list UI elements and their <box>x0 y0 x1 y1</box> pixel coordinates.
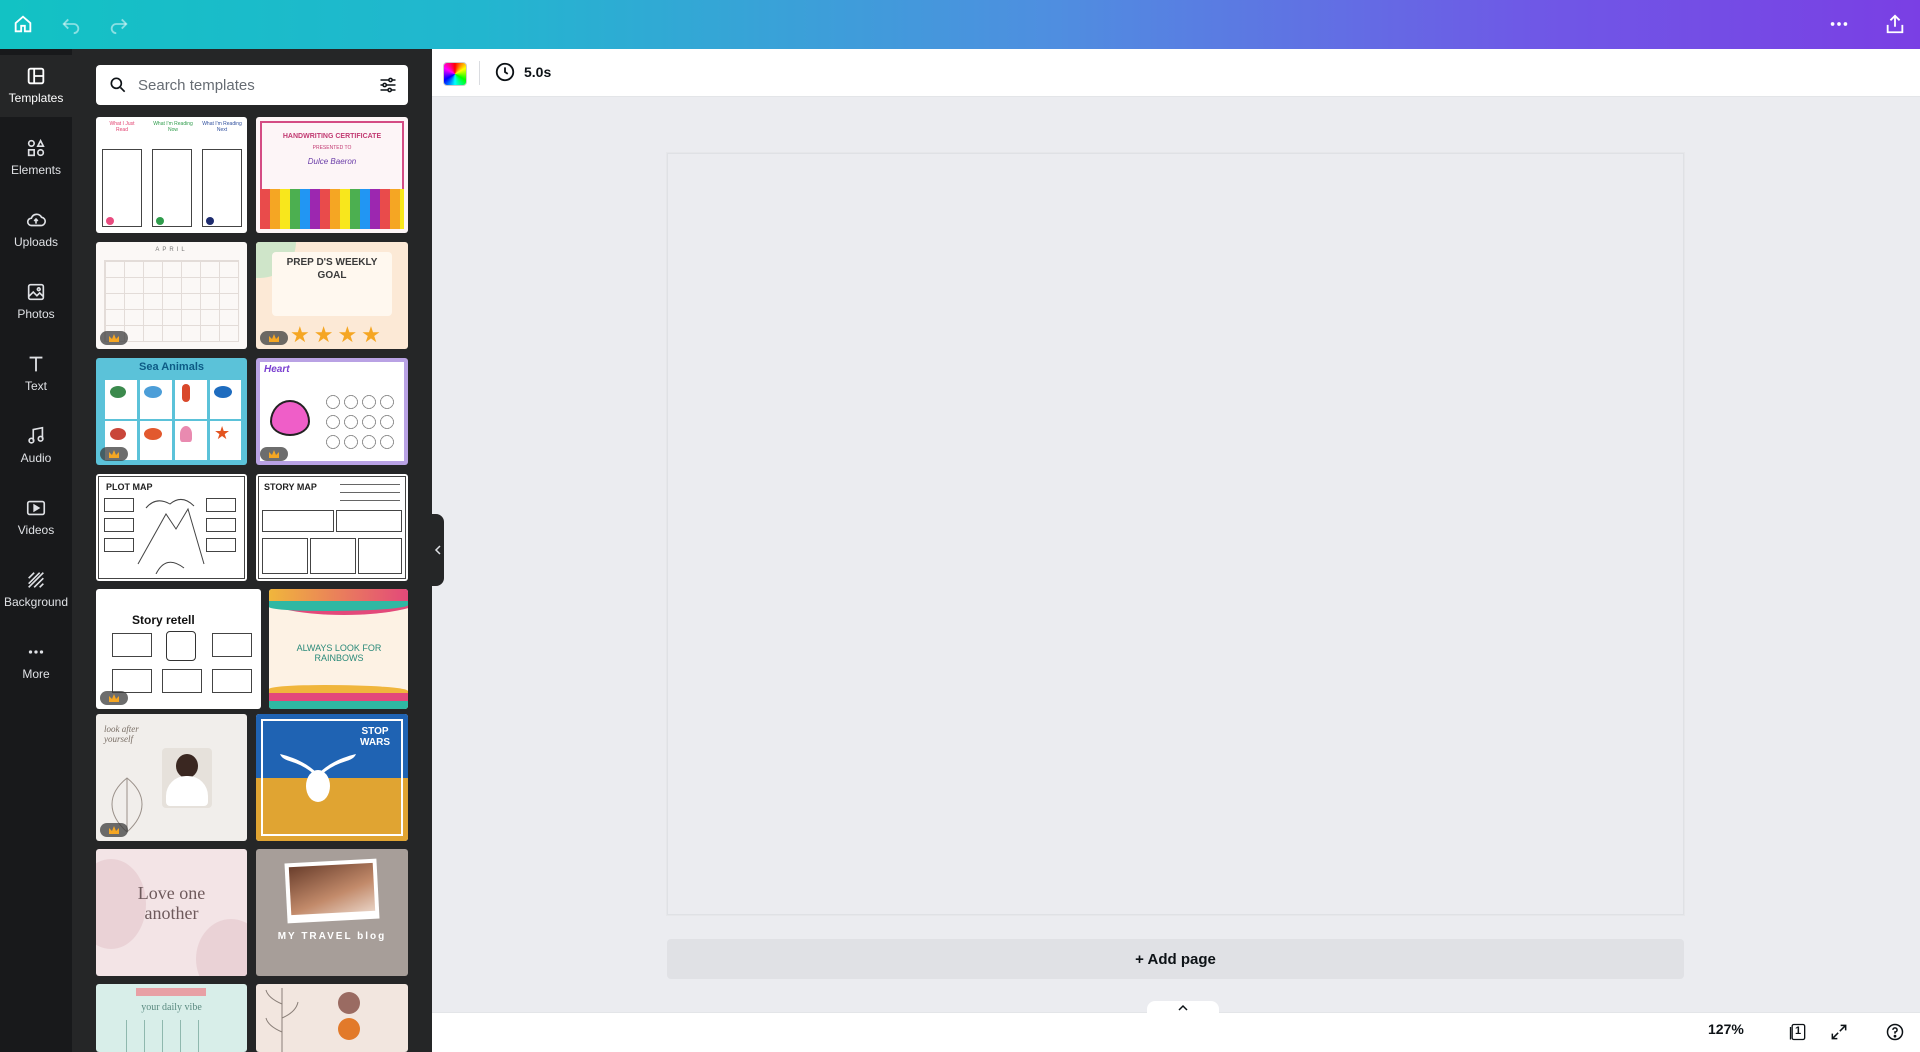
rail-label: Elements <box>10 163 62 177</box>
text-icon <box>29 356 43 372</box>
template-text: ALWAYS LOOK FOR RAINBOWS <box>296 643 382 663</box>
template-text: Sea Animals <box>138 361 204 373</box>
upload-cloud-icon <box>26 213 46 227</box>
template-text: What I'm Reading Now <box>153 121 193 133</box>
premium-crown-icon <box>260 447 288 461</box>
template-text: PREP D'S WEEKLY GOAL <box>286 257 378 281</box>
rail-item-photos[interactable]: Photos <box>0 271 72 333</box>
template-text: What I'm Reading Next <box>202 121 242 133</box>
template-text: APRIL <box>155 247 188 253</box>
photo-icon <box>27 283 45 301</box>
rail-label: Background <box>3 595 69 609</box>
premium-crown-icon <box>100 331 128 345</box>
template-heart[interactable]: Heart <box>256 358 408 465</box>
templates-panel: What I Just Read What I'm Reading Now Wh… <box>72 49 432 1052</box>
top-bar <box>0 0 1920 49</box>
page-count: 1 <box>1795 1025 1802 1037</box>
redo-icon[interactable] <box>107 12 131 36</box>
template-text: Heart <box>264 364 290 375</box>
template-daily-vibe[interactable]: your daily vibe <box>96 984 247 1052</box>
template-certificate[interactable]: HANDWRITING CERTIFICATE PRESENTED TO Dul… <box>256 117 408 233</box>
premium-crown-icon <box>100 691 128 705</box>
rail-label: Audio <box>20 451 52 465</box>
templates-icon <box>27 67 45 85</box>
rail-label: Uploads <box>13 235 59 249</box>
template-sea-animals[interactable]: Sea Animals ★ <box>96 358 247 465</box>
rail-label: More <box>22 667 50 681</box>
template-text: Story retell <box>132 613 195 627</box>
divider <box>479 61 480 85</box>
zoom-level[interactable]: 127% <box>1708 1021 1744 1037</box>
undo-icon[interactable] <box>59 12 83 36</box>
design-page[interactable] <box>667 153 1684 915</box>
template-story-retell[interactable]: Story retell <box>96 589 261 709</box>
template-love-one-another[interactable]: Love one another <box>96 849 247 976</box>
music-note-icon <box>28 426 44 444</box>
fullscreen-icon[interactable] <box>1827 1020 1851 1044</box>
template-text: Dulce Baeron <box>307 157 357 166</box>
template-text: MY TRAVEL blog <box>277 931 387 942</box>
template-text: HANDWRITING CERTIFICATE <box>282 133 382 140</box>
template-text: your daily vibe <box>141 1002 202 1013</box>
video-icon <box>26 500 46 516</box>
template-text: Love one another <box>137 883 206 923</box>
elements-icon <box>27 138 45 157</box>
more-horizontal-icon <box>28 650 44 654</box>
template-travel-blog[interactable]: MY TRAVEL blog <box>256 849 408 976</box>
template-text: PRESENTED TO <box>312 145 352 151</box>
duration-label: 5.0s <box>524 64 552 80</box>
background-icon <box>28 572 44 588</box>
template-reading-tracker[interactable]: What I Just Read What I'm Reading Now Wh… <box>96 117 247 233</box>
template-plot-map[interactable]: PLOT MAP <box>96 474 247 581</box>
more-horizontal-icon[interactable] <box>1827 12 1851 36</box>
editor-toolbar: 5.0s <box>432 49 1920 97</box>
template-stop-wars[interactable]: STOP WARS <box>256 714 408 841</box>
rail-label: Templates <box>8 91 64 105</box>
search-bar <box>96 65 408 105</box>
share-icon[interactable] <box>1883 12 1907 36</box>
rail-item-uploads[interactable]: Uploads <box>0 199 72 261</box>
premium-crown-icon <box>100 447 128 461</box>
add-page-button[interactable]: + Add page <box>667 939 1684 979</box>
page-count-button[interactable]: 1 <box>1786 1020 1810 1044</box>
collapse-panel-button[interactable] <box>432 514 444 586</box>
template-text: STORY MAP <box>264 482 317 492</box>
search-input[interactable] <box>138 74 358 96</box>
chevron-left-icon <box>434 545 441 555</box>
template-text: What I Just Read <box>109 121 135 133</box>
home-icon[interactable] <box>11 12 35 36</box>
template-abstract[interactable] <box>256 984 408 1052</box>
rail-item-videos[interactable]: Videos <box>0 487 72 549</box>
template-story-map[interactable]: STORY MAP <box>256 474 408 581</box>
template-text: look after yourself <box>104 724 139 744</box>
rail-item-elements[interactable]: Elements <box>0 127 72 189</box>
template-text: STOP WARS <box>360 726 390 748</box>
clock-icon <box>495 62 515 82</box>
template-calendar[interactable]: APRIL <box>96 242 247 349</box>
left-rail: Templates Elements Uploads Photos Text A… <box>0 49 72 1052</box>
template-weekly-goal[interactable]: PREP D'S WEEKLY GOAL ★★★★ <box>256 242 408 349</box>
premium-crown-icon <box>260 331 288 345</box>
rail-item-background[interactable]: Background <box>0 559 72 621</box>
chevron-up-icon <box>1178 1004 1188 1011</box>
rail-label: Videos <box>17 523 55 537</box>
color-picker-icon[interactable] <box>443 62 467 86</box>
premium-crown-icon <box>100 823 128 837</box>
rail-item-more[interactable]: More <box>0 631 72 693</box>
filter-icon[interactable] <box>378 75 398 95</box>
show-pages-button[interactable] <box>1147 1001 1219 1015</box>
template-rainbows[interactable]: ALWAYS LOOK FOR RAINBOWS <box>269 589 408 709</box>
rail-item-text[interactable]: Text <box>0 343 72 405</box>
rail-item-templates[interactable]: Templates <box>0 55 72 117</box>
template-text: PLOT MAP <box>106 482 153 492</box>
rail-item-audio[interactable]: Audio <box>0 415 72 477</box>
help-icon[interactable] <box>1883 1020 1907 1044</box>
search-icon <box>110 77 126 93</box>
rail-label: Photos <box>17 307 55 321</box>
bottom-bar <box>432 1012 1920 1052</box>
rail-label: Text <box>24 379 47 393</box>
timer-button[interactable]: 5.0s <box>494 61 551 83</box>
template-look-after-yourself[interactable]: look after yourself <box>96 714 247 841</box>
